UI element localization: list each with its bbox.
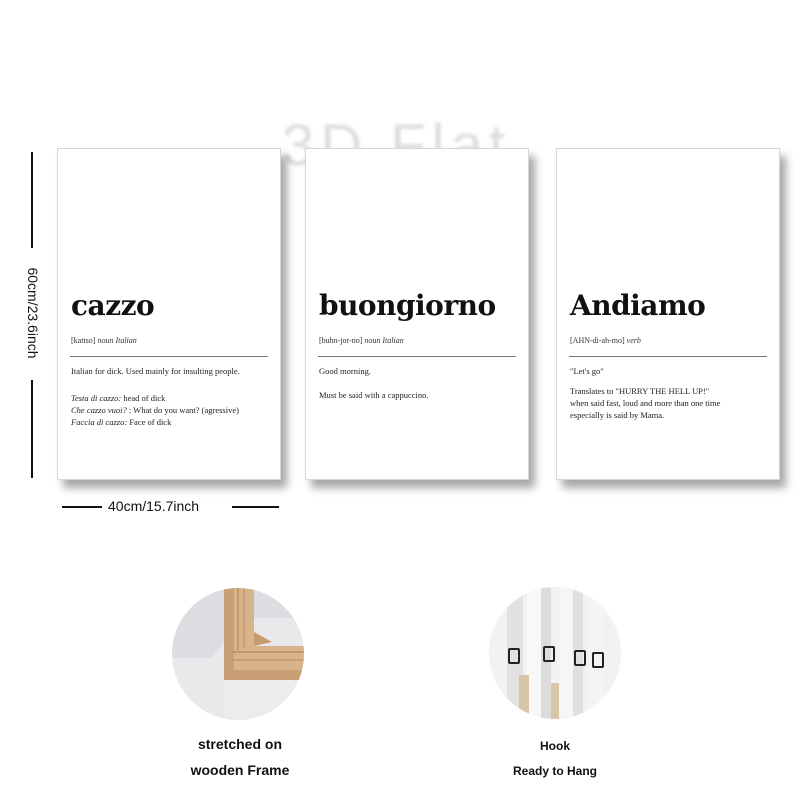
- poster-buongiorno: buongiorno [buhn-jor-no] noun Italian Go…: [305, 148, 529, 480]
- definition-line: Must be said with a cappuccino.: [319, 390, 429, 400]
- definition-line: Translates to "HURRY THE HELL UP!": [570, 386, 710, 396]
- caption-line: Hook: [540, 739, 570, 753]
- height-dimension-label: 60cm/23.6inch: [25, 267, 41, 359]
- poster-definition: Italian for dick. Used mainly for insult…: [71, 365, 270, 428]
- poster-pronunciation: [buhn-jor-no] noun Italian: [319, 336, 404, 345]
- caption-line: wooden Frame: [190, 762, 290, 778]
- width-dimension-line-left: [62, 506, 102, 508]
- example-line: Faccia di cazzo: Face of dick: [71, 417, 172, 427]
- definition-line: "Let's go": [570, 366, 604, 376]
- width-dimension-label: 40cm/15.7inch: [108, 498, 200, 514]
- height-dimension-line-top: [31, 152, 33, 248]
- poster-divider: [318, 356, 516, 357]
- definition-line: Good morning.: [319, 366, 371, 376]
- poster-divider: [70, 356, 268, 357]
- hook-caption: Hook Ready to Hang: [500, 734, 610, 784]
- width-dimension-line-right: [232, 506, 279, 508]
- poster-word: buongiorno: [319, 289, 496, 322]
- poster-word: cazzo: [71, 289, 155, 322]
- definition-line: when said fast, loud and more than one t…: [570, 398, 721, 408]
- caption-line: Ready to Hang: [512, 764, 597, 778]
- example-line: Che cazzo vuoi? : What do you want? (agr…: [71, 405, 239, 415]
- wooden-frame-caption: stretched on wooden Frame: [175, 731, 305, 783]
- poster-cazzo: cazzo [kattso] noun Italian Italian for …: [57, 148, 281, 480]
- poster-pronunciation: [AHN-di-ah-mo] verb: [570, 336, 641, 345]
- poster-definition: "Let's go" Translates to "HURRY THE HELL…: [570, 365, 769, 421]
- poster-word: Andiamo: [570, 289, 706, 322]
- definition-line: especially is said by Mama.: [570, 410, 665, 420]
- poster-divider: [569, 356, 767, 357]
- height-dimension-line-bottom: [31, 380, 33, 478]
- poster-pronunciation: [kattso] noun Italian: [71, 336, 137, 345]
- wooden-frame-photo-icon: [172, 588, 304, 720]
- definition-line: Italian for dick. Used mainly for insult…: [71, 366, 240, 376]
- poster-definition: Good morning. Must be said with a cappuc…: [319, 365, 518, 411]
- example-line: Testa di cazzo: head of dick: [71, 393, 166, 403]
- hook-photo-icon: [489, 587, 621, 719]
- poster-andiamo: Andiamo [AHN-di-ah-mo] verb "Let's go" T…: [556, 148, 780, 480]
- caption-line: stretched on: [197, 736, 282, 752]
